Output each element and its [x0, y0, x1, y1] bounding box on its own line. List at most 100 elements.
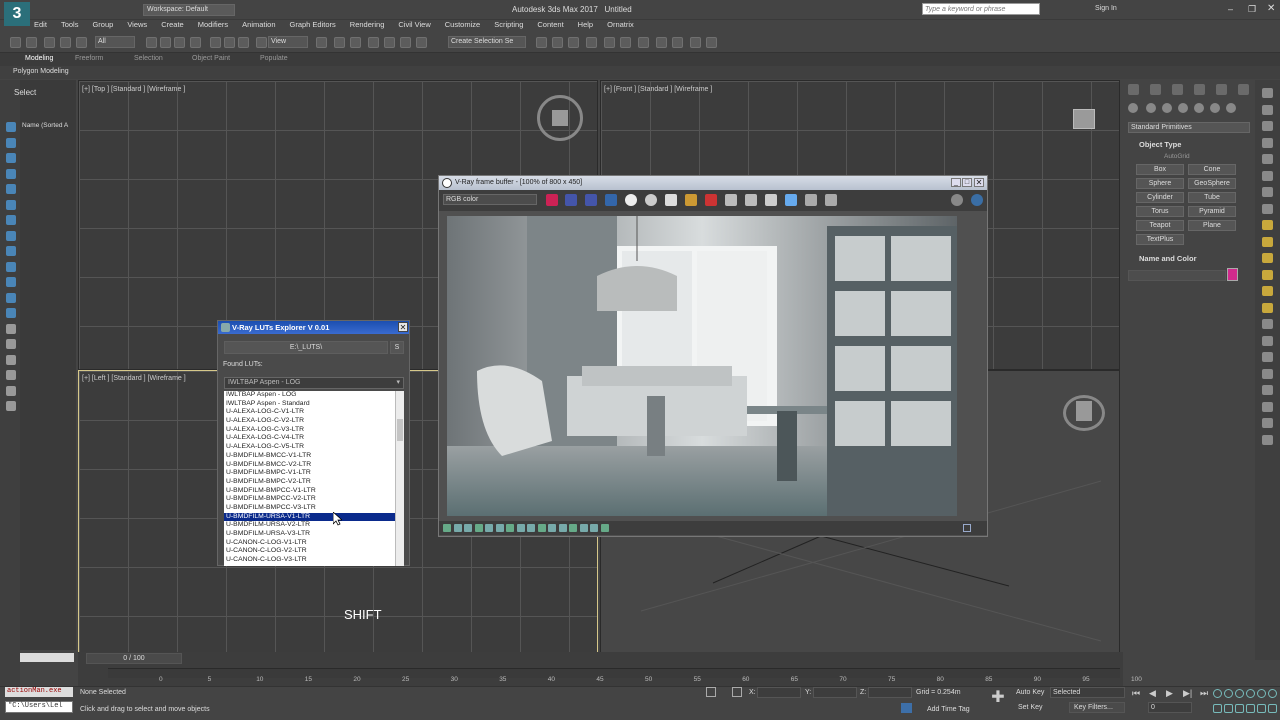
viewport-nav-icon[interactable] — [1268, 689, 1277, 698]
y-coord-field[interactable] — [813, 687, 857, 698]
vfb-tool-icon[interactable] — [825, 194, 837, 206]
create-category-icon[interactable] — [1128, 103, 1138, 113]
playback-control-icon[interactable]: ▶ — [1166, 688, 1173, 699]
workspace-dropdown[interactable]: Workspace: Default — [143, 4, 235, 16]
primitive-button-tube[interactable]: Tube — [1188, 192, 1236, 203]
primitive-button-torus[interactable]: Torus — [1136, 206, 1184, 217]
primitive-button-box[interactable]: Box — [1136, 164, 1184, 175]
current-frame-field[interactable]: 0 — [1148, 702, 1192, 713]
vfb-tool-icon[interactable] — [785, 194, 797, 206]
right-tool-icon[interactable] — [1262, 187, 1273, 197]
named-selection-set-dropdown[interactable]: Create Selection Se — [448, 36, 526, 48]
viewcube-icon[interactable] — [537, 95, 583, 141]
toolbar-tool-icon[interactable] — [10, 37, 21, 48]
primitive-button-cone[interactable]: Cone — [1188, 164, 1236, 175]
vfb-bottom-icon[interactable] — [537, 524, 546, 532]
vfb-bottom-icon[interactable] — [590, 524, 598, 532]
scene-tool-icon[interactable] — [6, 401, 16, 411]
toolbar-tool-icon[interactable] — [400, 37, 411, 48]
scene-tool-icon[interactable] — [6, 153, 16, 163]
scene-tool-icon[interactable] — [6, 168, 16, 179]
lut-list-item[interactable]: U-ALEXA-LOG-C-V1-LTR — [224, 408, 396, 417]
right-tool-icon[interactable] — [1262, 286, 1273, 296]
toolbar-tool-icon[interactable] — [60, 37, 71, 48]
toolbar-tool-icon[interactable] — [656, 37, 667, 48]
right-tool-icon[interactable] — [1262, 302, 1273, 313]
toolbar-tool-icon[interactable] — [416, 37, 427, 48]
vfb-bottom-icon[interactable] — [516, 524, 525, 532]
scene-tool-icon[interactable] — [6, 277, 16, 287]
maxscript-input[interactable]: "C:\Users\Lel — [5, 701, 73, 713]
lut-close-icon[interactable]: ✕ — [398, 322, 408, 332]
lut-list-item[interactable]: U-BMDFILM-URSA-V3-LTR — [224, 530, 396, 539]
right-tool-icon[interactable] — [1262, 220, 1273, 230]
vfb-tool-icon[interactable] — [645, 194, 657, 206]
primitive-button-textplus[interactable]: TextPlus — [1136, 234, 1184, 245]
ribbon-tab-freeform[interactable]: Freeform — [75, 55, 103, 62]
scene-select-label[interactable]: Select — [14, 88, 36, 97]
toolbar-tool-icon[interactable] — [146, 37, 157, 48]
right-tool-icon[interactable] — [1262, 352, 1273, 362]
scene-tool-icon[interactable] — [6, 184, 16, 194]
right-tool-icon[interactable] — [1262, 335, 1273, 346]
scene-tool-icon[interactable] — [6, 292, 16, 303]
ribbon-tab-selection[interactable]: Selection — [134, 55, 163, 62]
lut-list-item[interactable]: U-BMDFILM-URSA-V2-LTR — [224, 521, 396, 530]
name-color-rollout[interactable]: Name and Color — [1139, 254, 1197, 263]
vfb-bottom-icon[interactable] — [558, 524, 567, 532]
lut-list-item[interactable]: U-CANON-C-LOG-V1-LTR — [224, 539, 396, 548]
object-type-rollout[interactable]: Object Type — [1139, 140, 1181, 149]
viewport-nav-icon[interactable] — [1235, 689, 1244, 698]
ribbon-tab-object-paint[interactable]: Object Paint — [192, 55, 230, 62]
command-tab-icon[interactable] — [1238, 84, 1249, 95]
primitive-button-cylinder[interactable]: Cylinder — [1136, 192, 1184, 203]
absolute-mode-icon[interactable] — [732, 687, 742, 697]
menu-item-create[interactable]: Create — [161, 20, 184, 33]
lut-list[interactable]: IWLTBAP Aspen - LOG IWLTBAP Aspen - Stand… — [224, 391, 396, 566]
viewport-nav-icon[interactable] — [1268, 704, 1277, 713]
create-category-icon[interactable] — [1146, 103, 1156, 113]
viewcube-persp-icon[interactable] — [1063, 395, 1105, 431]
toolbar-tool-icon[interactable] — [256, 37, 267, 48]
lut-list-item[interactable]: U-CANON-C-LOG-V3-LTR — [224, 556, 396, 565]
playback-control-icon[interactable]: ▶| — [1183, 688, 1192, 699]
right-tool-icon[interactable] — [1262, 137, 1273, 148]
viewport-top-label[interactable]: [+] [Top ] [Standard ] [Wireframe ] — [82, 86, 185, 93]
lut-list-item[interactable]: U-ALEXA-LOG-C-V2-LTR — [224, 417, 396, 426]
toolbar-tool-icon[interactable] — [552, 37, 563, 48]
lut-list-item[interactable]: U-BMDFILM-BMCC-V2-LTR — [224, 461, 396, 470]
toolbar-tool-icon[interactable] — [190, 37, 201, 48]
vfb-title-bar[interactable]: V-Ray frame buffer - [100% of 800 x 450]… — [439, 176, 987, 190]
right-tool-icon[interactable] — [1262, 385, 1273, 395]
x-coord-field[interactable] — [757, 687, 801, 698]
name-column-header[interactable]: Name (Sorted A — [22, 122, 68, 129]
object-name-input[interactable] — [1128, 270, 1226, 281]
search-input[interactable]: Type a keyword or phrase — [922, 3, 1040, 15]
vfb-bottom-icon[interactable] — [548, 524, 556, 532]
vfb-minimize-icon[interactable]: _ — [951, 178, 961, 187]
lock-icon[interactable] — [706, 687, 716, 697]
toolbar-tool-icon[interactable] — [604, 37, 615, 48]
vfb-tool-icon[interactable] — [546, 194, 558, 206]
toolbar-tool-icon[interactable] — [316, 37, 327, 48]
lut-list-item[interactable]: U-ALEXA-LOG-C-V5-LTR — [224, 443, 396, 452]
command-tab-icon[interactable] — [1150, 84, 1161, 95]
scene-tool-icon[interactable] — [6, 323, 16, 334]
vfb-history-icon[interactable] — [971, 194, 983, 206]
vfb-bottom-icon[interactable] — [464, 524, 472, 532]
right-tool-icon[interactable] — [1262, 269, 1273, 280]
toolbar-tool-icon[interactable] — [706, 37, 717, 48]
scene-tool-icon[interactable] — [6, 370, 16, 380]
vfb-bottom-icon[interactable] — [600, 524, 609, 532]
set-key-button[interactable]: Set Key — [1018, 704, 1043, 711]
right-tool-icon[interactable] — [1262, 203, 1273, 214]
right-tool-icon[interactable] — [1262, 418, 1273, 428]
menu-item-scripting[interactable]: Scripting — [494, 20, 523, 33]
vfb-channel-dropdown[interactable]: RGB color — [443, 194, 537, 205]
vfb-bottom-icon[interactable] — [495, 524, 504, 532]
right-tool-icon[interactable] — [1262, 121, 1273, 131]
vfb-tool-icon[interactable] — [805, 194, 817, 206]
vfb-fit-icon[interactable] — [963, 524, 971, 532]
scene-tool-icon[interactable] — [6, 261, 16, 272]
vfb-bottom-icon[interactable] — [569, 524, 577, 532]
